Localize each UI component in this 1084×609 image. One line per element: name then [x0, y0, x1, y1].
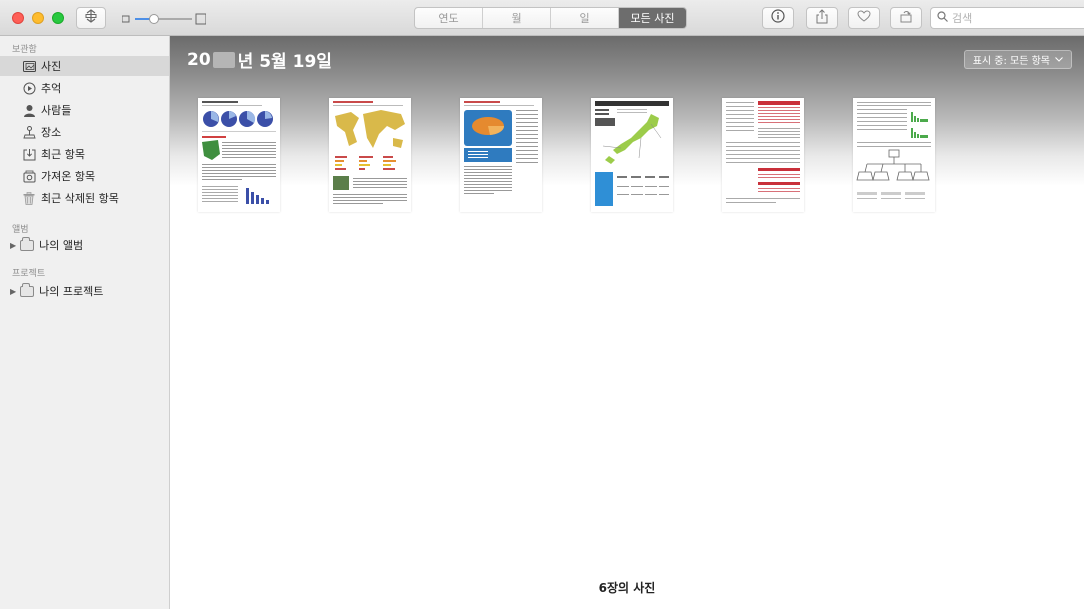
showing-filter-button[interactable]: 표시 중: 모든 항목: [963, 50, 1072, 69]
sidebar: 보관함 사진 추억 사람들 장소 최근 항목 가져온 항목 최근 삭제된 항목 …: [0, 36, 170, 609]
chevron-down-icon: [1055, 54, 1063, 65]
sidebar-item-people[interactable]: 사람들: [8, 100, 170, 120]
sidebar-item-label: 나의 프로젝트: [39, 285, 104, 298]
sidebar-item-places[interactable]: 장소: [8, 122, 170, 142]
date-rest: 년 5월 19일: [237, 52, 332, 72]
share-icon: [815, 8, 829, 28]
close-window-button[interactable]: [12, 12, 24, 24]
photo-count-footer: 6장의 사진: [598, 581, 656, 595]
sidebar-item-imports[interactable]: 가져온 항목: [8, 166, 170, 186]
folder-icon: [20, 236, 35, 251]
sidebar-item-label: 최근 항목: [41, 148, 85, 161]
photos-icon: [22, 59, 36, 73]
sidebar-item-label: 가져온 항목: [41, 170, 96, 183]
sidebar-item-label: 사진: [41, 60, 62, 73]
people-icon: [22, 103, 36, 117]
sidebar-item-my-projects[interactable]: ▶ 나의 프로젝트: [0, 281, 169, 301]
sidebar-item-recent[interactable]: 최근 항목: [8, 144, 170, 164]
photo-thumbnail[interactable]: [853, 98, 935, 212]
redacted-year-block: [212, 51, 235, 68]
tab-years[interactable]: 연도: [415, 8, 483, 28]
rotate-button[interactable]: [890, 7, 922, 29]
toolbar: 연도 월 일 모든 사진: [0, 0, 1084, 36]
rotate-icon: [899, 9, 913, 27]
sidebar-toggle-button[interactable]: [76, 7, 106, 29]
search-icon: [937, 11, 948, 25]
trash-icon: [22, 191, 36, 205]
sidebar-item-label: 최근 삭제된 항목: [41, 192, 119, 205]
imports-icon: [22, 169, 36, 183]
thumbnail-size-slider[interactable]: [121, 11, 207, 25]
share-button[interactable]: [806, 7, 838, 29]
sidebar-item-my-albums[interactable]: ▶ 나의 앨범: [0, 235, 169, 255]
tab-days[interactable]: 일: [551, 8, 619, 28]
recent-icon: [22, 147, 36, 161]
sidebar-item-label: 장소: [41, 126, 62, 139]
photo-thumbnail[interactable]: [460, 98, 542, 212]
date-year-prefix: 20: [187, 49, 211, 70]
photo-thumbnail[interactable]: [198, 98, 280, 212]
info-icon: [771, 9, 785, 27]
sidebar-toggle-icon: [84, 9, 98, 27]
memories-icon: [22, 81, 36, 95]
heart-icon: [857, 10, 871, 26]
albums-section-header: 앨범: [12, 225, 29, 235]
projects-section-header: 프로젝트: [12, 269, 46, 279]
folder-icon: [20, 282, 35, 297]
library-section-header: 보관함: [12, 45, 37, 55]
view-segmented-control: 연도 월 일 모든 사진: [414, 7, 687, 29]
showing-filter-label: 표시 중: 모든 항목: [972, 56, 1050, 67]
photo-thumbnail[interactable]: [329, 98, 411, 212]
sidebar-item-label: 사람들: [41, 104, 72, 117]
sidebar-item-label: 나의 앨범: [39, 239, 84, 252]
photo-thumbnail[interactable]: [722, 98, 804, 212]
places-icon: [22, 125, 36, 139]
search-field[interactable]: [930, 7, 1084, 29]
tab-all-photos[interactable]: 모든 사진: [619, 8, 686, 28]
favorite-button[interactable]: [848, 7, 880, 29]
search-input[interactable]: [952, 11, 1072, 25]
minimize-window-button[interactable]: [32, 12, 44, 24]
disclosure-triangle-icon[interactable]: ▶: [10, 241, 16, 250]
tab-months[interactable]: 월: [483, 8, 551, 28]
info-button[interactable]: [762, 7, 794, 29]
photo-thumbnail[interactable]: [591, 98, 673, 212]
sidebar-item-photos[interactable]: 사진: [0, 56, 169, 76]
sidebar-item-label: 추억: [41, 82, 62, 95]
moment-date-title: 20 년 5월 19일: [187, 47, 332, 73]
photo-grid-area: 20 년 5월 19일 표시 중: 모든 항목 6장의 사진: [170, 36, 1084, 609]
sidebar-item-recently-deleted[interactable]: 최근 삭제된 항목: [8, 188, 170, 208]
photo-thumbnails: [198, 98, 1058, 213]
sidebar-item-memories[interactable]: 추억: [8, 78, 170, 98]
disclosure-triangle-icon[interactable]: ▶: [10, 287, 16, 296]
zoom-window-button[interactable]: [52, 12, 64, 24]
